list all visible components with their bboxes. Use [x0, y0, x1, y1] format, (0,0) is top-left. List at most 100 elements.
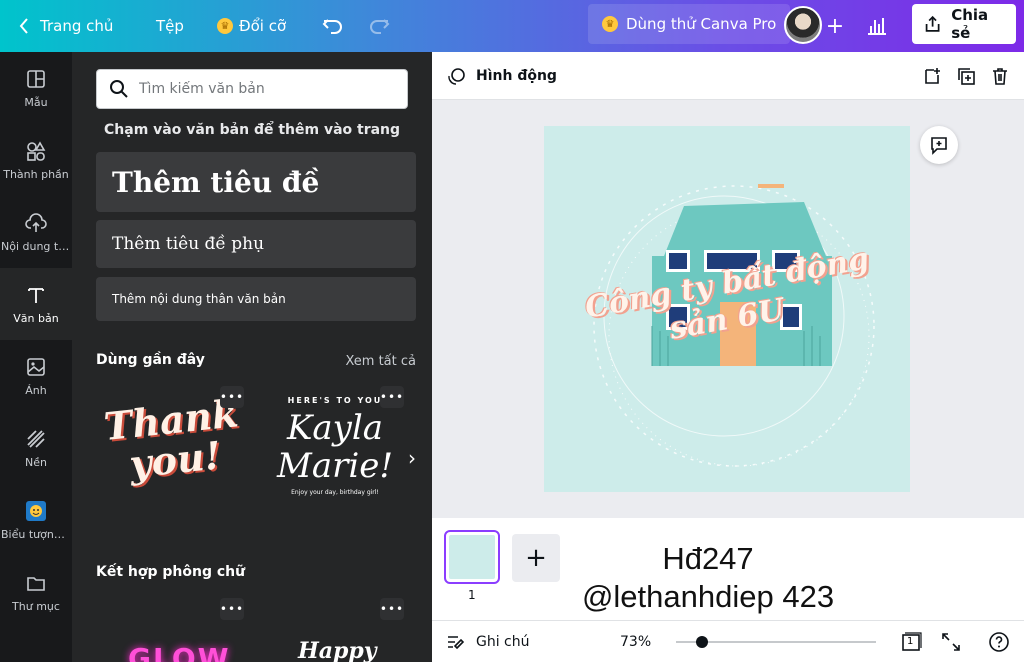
page-count: 1: [907, 636, 914, 647]
recent-section-title: Dùng gần đây: [96, 352, 205, 368]
elements-icon: [27, 140, 46, 161]
home-button[interactable]: Trang chủ: [18, 0, 113, 52]
help-icon[interactable]: [988, 631, 1010, 653]
rail-item-text[interactable]: Văn bản: [0, 268, 72, 340]
undo-button[interactable]: [322, 0, 344, 52]
watermark-overlay: Hđ247 @lethanhdiep 423: [578, 540, 838, 616]
notes-button[interactable]: Ghi chú: [446, 621, 530, 662]
folder-icon: [27, 576, 45, 591]
rail-label: Thư mục: [12, 599, 60, 613]
insights-button[interactable]: [866, 0, 888, 52]
share-button[interactable]: Chia sẻ: [912, 4, 1016, 44]
rail-item-backgrounds[interactable]: Nền: [0, 412, 72, 484]
template-icon: [27, 69, 45, 88]
bar-chart-icon: [868, 18, 886, 35]
page-thumbnail[interactable]: [444, 530, 500, 584]
more-options-button[interactable]: •••: [380, 598, 404, 620]
animation-icon: [448, 68, 465, 85]
page-navigator: 1 + Hđ247 @lethanhdiep 423: [432, 518, 1024, 620]
undo-icon: [322, 19, 342, 34]
background-icon: [27, 429, 45, 448]
page-count-button[interactable]: 1: [900, 631, 922, 653]
recent-thumb-kayla[interactable]: HERE'S TO YOU Kayla Marie! Enjoy your da…: [260, 388, 410, 528]
add-page-icon[interactable]: [922, 66, 942, 86]
top-bar: Trang chủ Tệp ♛ Đổi cỡ ♛ Dùng thử Canva …: [0, 0, 1024, 52]
rail-label: Biểu tượng cảm xúc: [1, 527, 71, 541]
rail-label: Nền: [25, 455, 47, 469]
page-thumbnail-preview: [449, 535, 495, 579]
chevron-left-icon: [19, 18, 28, 34]
font-combo-thumb-glow[interactable]: GLOW: [128, 642, 231, 662]
search-box[interactable]: [96, 69, 408, 109]
text-panel: Chạm vào văn bản để thêm vào trang Thêm …: [72, 52, 432, 662]
text-icon: [28, 287, 44, 303]
chevron-right-icon[interactable]: ›: [408, 446, 416, 470]
home-label: Trang chủ: [40, 17, 114, 35]
resize-label: Đổi cỡ: [239, 17, 287, 35]
rail-item-elements[interactable]: Thành phần: [0, 124, 72, 196]
add-comment-button[interactable]: [920, 126, 958, 164]
more-options-button[interactable]: •••: [380, 386, 404, 408]
more-options-button[interactable]: •••: [220, 598, 244, 620]
panel-hint: Chạm vào văn bản để thêm vào trang: [104, 122, 401, 138]
try-pro-label: Dùng thử Canva Pro: [626, 15, 777, 33]
photo-icon: [27, 357, 45, 376]
redo-button[interactable]: [368, 0, 390, 52]
context-toolbar: Hình động: [432, 52, 1024, 100]
status-bar: Ghi chú 73% 1: [432, 620, 1024, 662]
rail-item-photos[interactable]: Ảnh: [0, 340, 72, 412]
notes-label: Ghi chú: [476, 634, 530, 650]
fullscreen-icon[interactable]: [940, 631, 962, 653]
trash-icon[interactable]: [990, 66, 1010, 86]
comment-icon: [931, 137, 947, 155]
thumb-main-text: Kayla Marie!: [277, 408, 393, 486]
more-icon: •••: [219, 602, 245, 616]
share-icon: [925, 15, 940, 32]
zoom-level[interactable]: 73%: [620, 621, 651, 662]
rail-label: Mẫu: [24, 95, 48, 109]
more-icon: •••: [379, 390, 405, 404]
rail-item-folders[interactable]: Thư mục: [0, 556, 72, 628]
notes-icon: [448, 636, 465, 650]
side-rail: Mẫu Thành phần Nội dung tải lên Văn bản …: [0, 52, 72, 662]
add-body-text-button[interactable]: Thêm nội dung thân văn bản: [96, 277, 416, 321]
search-input[interactable]: [139, 81, 389, 97]
rail-label: Văn bản: [13, 311, 59, 325]
avatar[interactable]: [784, 6, 822, 44]
share-label: Chia sẻ: [951, 6, 989, 42]
file-menu-button[interactable]: Tệp: [156, 0, 184, 52]
search-icon: [110, 80, 128, 98]
rail-item-templates[interactable]: Mẫu: [0, 52, 72, 124]
resize-button[interactable]: ♛ Đổi cỡ: [217, 0, 286, 52]
more-options-button[interactable]: •••: [220, 386, 244, 408]
duplicate-page-icon[interactable]: [956, 66, 976, 86]
try-pro-button[interactable]: ♛ Dùng thử Canva Pro: [588, 4, 791, 44]
file-label: Tệp: [156, 17, 184, 35]
rail-item-emoji[interactable]: Biểu tượng cảm xúc: [0, 484, 72, 556]
font-combinations-title: Kết hợp phông chữ: [96, 564, 246, 580]
add-heading-button[interactable]: Thêm tiêu đề: [96, 152, 416, 212]
rail-label: Ảnh: [25, 383, 47, 397]
plus-icon: +: [825, 13, 845, 39]
upload-icon: [25, 212, 47, 232]
thumb-caption: Enjoy your day, birthday girl!: [291, 489, 379, 496]
font-combo-thumb-happy[interactable]: Happy: [298, 638, 377, 662]
see-all-link[interactable]: Xem tất cả: [345, 354, 416, 369]
zoom-slider-handle[interactable]: [695, 636, 708, 648]
page-number: 1: [468, 588, 476, 602]
zoom-slider[interactable]: [676, 636, 876, 648]
redo-icon: [370, 19, 390, 34]
more-icon: •••: [379, 602, 405, 616]
emoji-icon: [26, 500, 46, 521]
animate-button[interactable]: Hình động: [446, 52, 557, 100]
add-page-button[interactable]: +: [512, 534, 560, 582]
rail-label: Thành phần: [3, 167, 69, 181]
watermark-line-2: @lethanhdiep 423: [581, 579, 835, 614]
design-page[interactable]: Công ty bất động sản 6U: [544, 126, 910, 492]
rail-item-uploads[interactable]: Nội dung tải lên: [0, 196, 72, 268]
canvas-area: Công ty bất động sản 6U: [432, 100, 1024, 518]
invite-button[interactable]: +: [826, 0, 844, 52]
crown-icon: ♛: [602, 16, 618, 32]
rail-label: Nội dung tải lên: [1, 239, 71, 253]
add-subheading-button[interactable]: Thêm tiêu đề phụ: [96, 220, 416, 268]
